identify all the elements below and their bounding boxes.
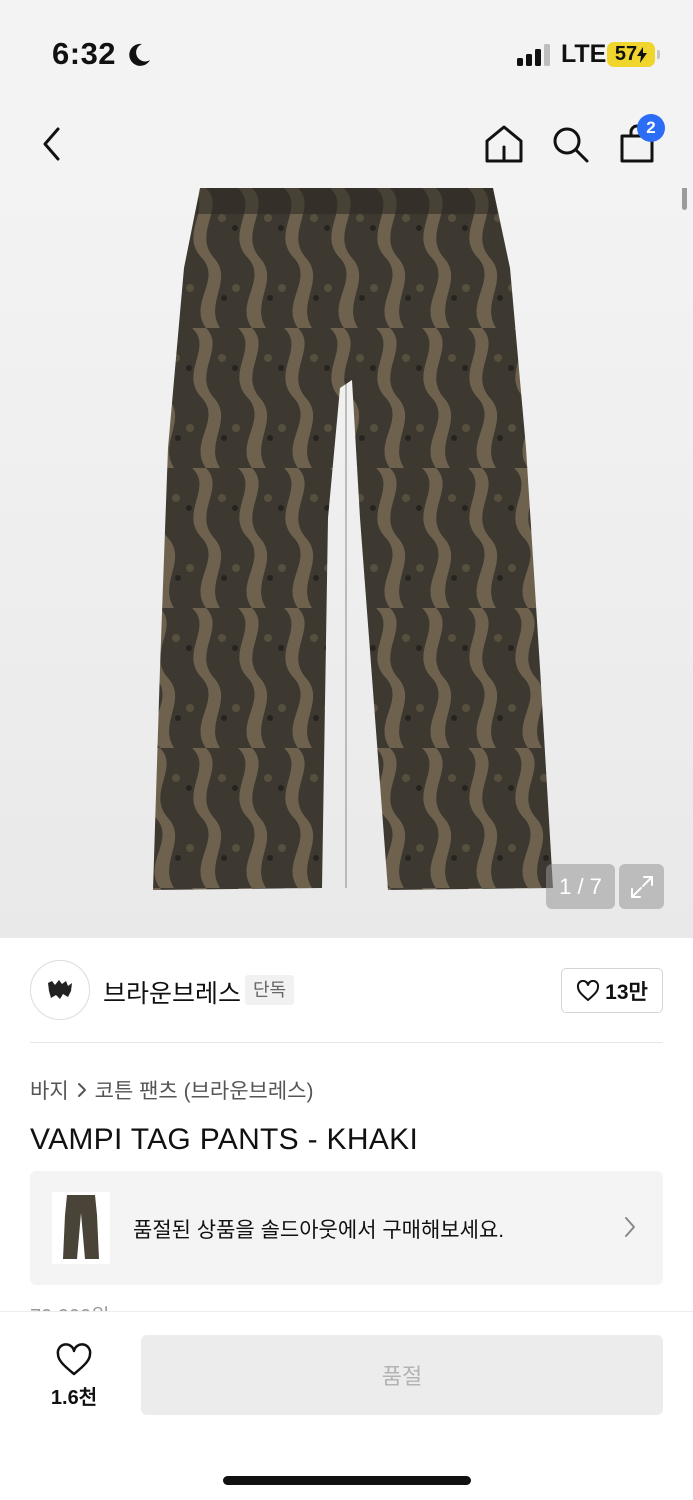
heart-icon — [56, 1342, 92, 1375]
brand-like-count: 13만 — [605, 980, 648, 1004]
moon-icon — [126, 42, 152, 73]
home-button[interactable] — [480, 120, 528, 168]
battery-icon: 57 — [607, 42, 655, 67]
chevron-left-icon — [43, 127, 60, 161]
cart-button[interactable]: 2 — [613, 114, 665, 168]
scroll-indicator — [682, 188, 687, 210]
promo-text: 품절된 상품을 솔드아웃에서 구매해보세요. — [133, 1219, 505, 1242]
breadcrumb-subcategory[interactable]: 코튼 팬츠 (브라운브레스) — [95, 1075, 314, 1105]
chevron-right-icon — [77, 1083, 86, 1097]
breadcrumb: 바지 코튼 팬츠 (브라운브레스) — [30, 1075, 314, 1105]
expand-icon — [630, 875, 653, 898]
product-image-gallery[interactable] — [0, 188, 693, 938]
search-icon — [553, 127, 589, 163]
product-image — [153, 188, 553, 890]
battery-cap — [657, 50, 660, 59]
cart-count-badge: 2 — [637, 114, 665, 142]
breadcrumb-category[interactable]: 바지 — [30, 1075, 69, 1105]
promo-thumbnail — [52, 1192, 110, 1264]
brand-logo[interactable] — [30, 960, 90, 1020]
divider — [30, 1042, 663, 1043]
network-label: LTE — [561, 40, 607, 68]
home-indicator — [223, 1476, 471, 1485]
home-icon — [485, 125, 523, 163]
heart-icon — [577, 979, 600, 1001]
brand-row: 브라운브레스 단독 13만 — [30, 960, 663, 1022]
search-button[interactable] — [546, 120, 594, 168]
soldout-button[interactable]: 품절 — [141, 1335, 663, 1415]
exclusive-badge: 단독 — [245, 975, 295, 1005]
product-title: VAMPI TAG PANTS - KHAKI — [30, 1123, 419, 1156]
favorite-count: 1.6천 — [50, 1386, 98, 1409]
soldout-promo-banner[interactable]: 품절된 상품을 솔드아웃에서 구매해보세요. — [30, 1171, 663, 1285]
top-nav: 2 — [0, 100, 693, 188]
status-bar: 6:32 LTE 57 — [0, 0, 693, 100]
status-time: 6:32 — [52, 36, 117, 71]
fullscreen-button[interactable] — [619, 864, 664, 909]
image-counter: 1 / 7 — [546, 864, 615, 909]
battery-level: 57 — [614, 43, 638, 65]
bottom-action-bar: 1.6천 품절 — [0, 1311, 693, 1500]
back-button[interactable] — [28, 120, 76, 168]
brand-like-button[interactable]: 13만 — [561, 968, 663, 1013]
chevron-right-icon — [625, 1217, 635, 1237]
signal-icon — [517, 44, 550, 66]
favorite-button[interactable]: 1.6천 — [30, 1336, 118, 1416]
brand-name[interactable]: 브라운브레스 — [103, 974, 241, 1010]
